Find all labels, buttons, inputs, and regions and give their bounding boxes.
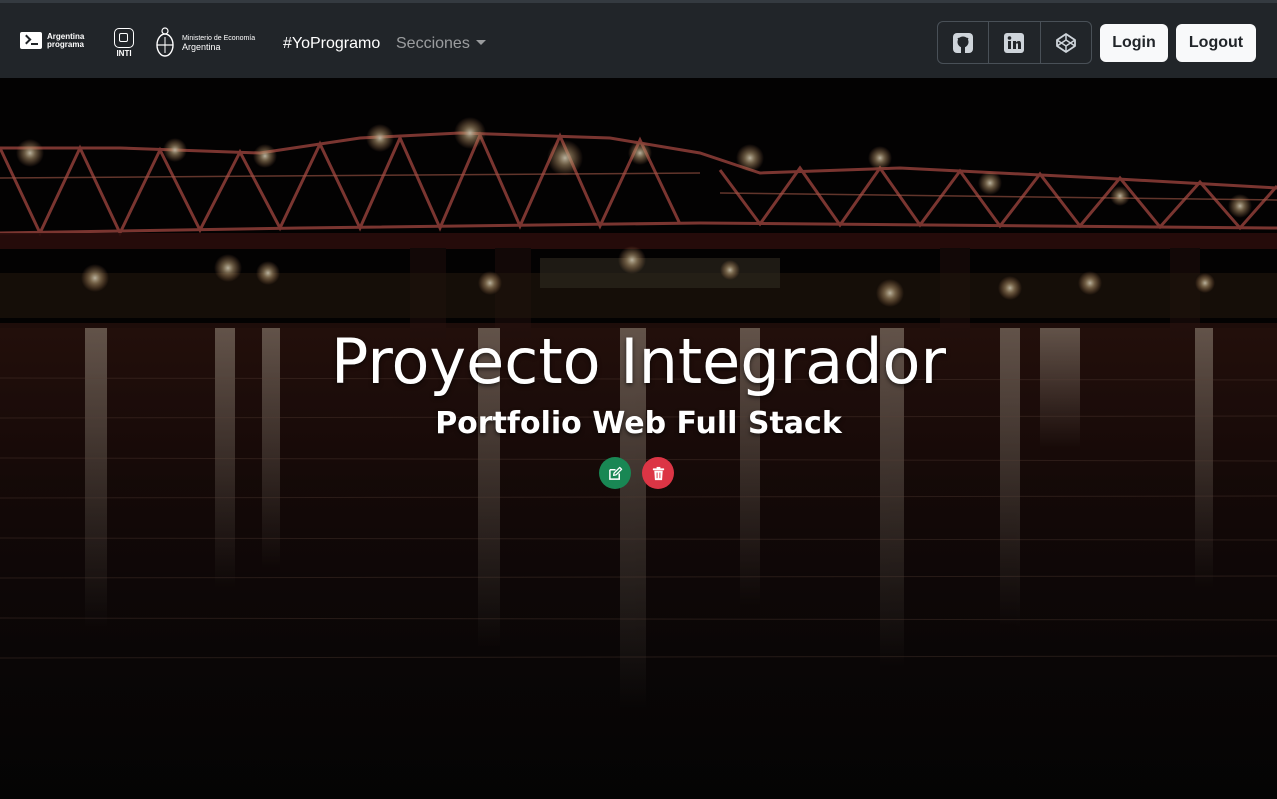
social-button-group xyxy=(937,21,1092,64)
logout-button[interactable]: Logout xyxy=(1176,24,1256,62)
ministerio-text: Ministerio de Economía Argentina xyxy=(182,34,255,52)
trash-icon xyxy=(652,466,664,480)
linkedin-icon xyxy=(1004,32,1025,53)
shield-emblem-icon xyxy=(156,27,174,57)
nav-link-yoprogramo[interactable]: #YoProgramo xyxy=(283,34,380,54)
codepen-button[interactable] xyxy=(1041,22,1091,63)
terminal-icon xyxy=(20,32,42,49)
inti-icon xyxy=(114,28,134,48)
github-button[interactable] xyxy=(938,22,990,63)
github-icon xyxy=(953,32,974,53)
codepen-icon xyxy=(1055,32,1076,53)
edit-button[interactable] xyxy=(599,457,631,489)
login-button[interactable]: Login xyxy=(1100,24,1168,62)
argentina-programa-logo[interactable]: Argentina programa xyxy=(20,32,85,49)
ministerio-logo[interactable]: Ministerio de Economía Argentina xyxy=(155,27,255,59)
caret-down-icon xyxy=(475,40,486,45)
top-navbar: Argentina programa INTI Ministerio de Eco… xyxy=(0,0,1277,78)
linkedin-button[interactable] xyxy=(989,22,1041,63)
inti-logo[interactable]: INTI xyxy=(112,28,136,62)
inti-text: INTI xyxy=(116,49,132,58)
delete-button[interactable] xyxy=(642,457,674,489)
nav-dropdown-secciones[interactable]: Secciones xyxy=(396,34,486,54)
ministerio-line2: Argentina xyxy=(182,42,221,52)
argentina-programa-text: Argentina programa xyxy=(47,31,85,49)
edit-icon xyxy=(608,466,622,480)
hero-title: Proyecto Integrador xyxy=(331,325,946,398)
hero-subtitle: Portfolio Web Full Stack xyxy=(435,406,842,441)
hero-banner: Proyecto Integrador Portfolio Web Full S… xyxy=(0,78,1277,799)
secciones-label: Secciones xyxy=(396,35,470,52)
